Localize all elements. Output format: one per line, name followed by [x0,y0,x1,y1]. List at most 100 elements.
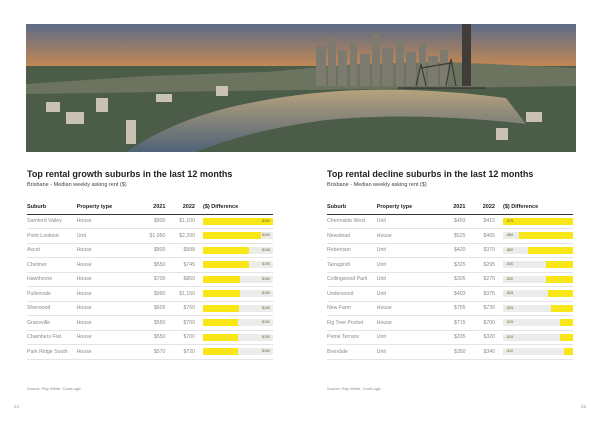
hero-city-photo [26,24,576,152]
col-header-2022: 2022 [165,201,199,215]
difference-bar-track: $198 [203,246,273,254]
col-header-2022: 2022 [465,201,499,215]
decline-header-row: Suburb Property type 2021 2022 ($) Diffe… [327,201,573,215]
difference-bar-track: -$60 [503,232,573,240]
difference-cell: $195 [199,257,273,273]
page-number-right: 25 [580,404,586,409]
rent-2021-cell: $990 [132,286,166,302]
difference-value: $198 [262,247,270,252]
difference-bar [528,246,573,254]
difference-bar [546,261,573,269]
rent-2022-cell: $1,150 [165,286,199,302]
difference-bar-track: -$78 [503,217,573,225]
difference-bar-track: $155 [203,304,273,312]
table-row: New Farm House $755 $730 -$25 [327,301,573,316]
difference-bar-track: $195 [203,261,273,269]
table-row: Chelmer House $550 $745 $195 [27,257,273,273]
difference-cell: $150 [199,344,273,360]
table-row: Samford Valley House $800 $1,100 $300 [27,214,273,229]
difference-bar-track: $150 [203,319,273,327]
difference-value: -$50 [506,247,514,252]
suburb-cell: Hawthorne [27,272,77,287]
decline-source-note: Source: Ray White, CoreLogic [327,385,381,391]
table-row: Point Lookout Unit $1,950 $2,200 $250 [27,228,273,244]
difference-cell: $160 [199,272,273,287]
difference-bar [203,290,241,298]
difference-value: $300 [262,218,270,223]
difference-value: $160 [262,291,270,296]
rent-2022-cell: $700 [465,315,499,331]
rent-2021-cell: $335 [432,330,466,345]
difference-bar-track: $160 [203,275,273,283]
rent-2021-cell: $493 [432,214,466,229]
suburb-cell: Pullenvale [27,286,77,302]
difference-value: $160 [262,276,270,281]
suburb-cell: Collingwood Park [327,272,377,287]
suburb-cell: Fig Tree Pocket [327,315,377,331]
suburb-cell: Point Lookout [27,228,77,244]
difference-bar-track: -$15 [503,333,573,341]
difference-bar [546,275,573,283]
table-row: Fig Tree Pocket House $715 $700 -$15 [327,315,573,331]
difference-bar [203,333,238,341]
rent-2021-cell: $325 [432,257,466,273]
difference-bar-track: -$30 [503,275,573,283]
growth-title: Top rental growth suburbs in the last 12… [27,169,233,179]
difference-bar-track: -$50 [503,246,573,254]
difference-bar [203,261,249,269]
suburb-cell: Chelmer [27,257,77,273]
col-header-difference: ($) Difference [499,201,573,215]
property-type-cell: House [76,257,133,273]
difference-cell: -$28 [499,286,573,302]
suburb-cell: Robertson [327,243,377,258]
difference-cell: -$15 [499,330,573,345]
growth-source-note: Source: Ray White, CoreLogic [27,385,81,391]
property-type-cell: Unit [376,243,433,258]
difference-value: -$28 [506,291,514,296]
difference-bar-track: -$30 [503,261,573,269]
difference-bar [203,275,241,283]
rent-2022-cell: $745 [165,257,199,273]
table-row: Hawthorne House $700 $860 $160 [27,272,273,287]
difference-bar [203,319,238,327]
suburb-cell: Ascot [27,243,77,258]
suburb-cell: Chambers Flat [27,330,77,345]
rent-2022-cell: $295 [465,257,499,273]
suburb-cell: Park Ridge South [27,344,77,360]
property-type-cell: Unit [376,286,433,302]
rent-2022-cell: $275 [465,272,499,287]
difference-value: -$30 [506,262,514,267]
rent-2022-cell: $415 [465,214,499,229]
difference-bar-track: $250 [203,232,273,240]
property-type-cell: House [76,272,133,287]
col-header-2021: 2021 [132,201,166,215]
table-row: Sherwood House $605 $760 $155 [27,301,273,316]
decline-table: Suburb Property type 2021 2022 ($) Diffe… [327,201,573,360]
col-header-property-type: Property type [376,201,433,215]
growth-subtitle: Brisbane - Median weekly asking rent ($) [27,182,127,188]
difference-bar [559,333,573,341]
suburb-cell: Newstead [327,228,377,244]
rent-2021-cell: $715 [432,315,466,331]
rent-2022-cell: $730 [465,301,499,316]
difference-bar [203,304,240,312]
difference-bar [503,217,573,225]
table-row: Graceville House $550 $700 $150 [27,315,273,331]
difference-cell: $150 [199,315,273,331]
col-header-property-type: Property type [76,201,133,215]
difference-cell: -$78 [499,214,573,229]
suburb-cell: Tarragindi [327,257,377,273]
rent-2021-cell: $1,950 [132,228,166,244]
difference-cell: $198 [199,243,273,258]
difference-cell: -$15 [499,315,573,331]
difference-bar-track: -$10 [503,348,573,356]
rent-2022-cell: $998 [165,243,199,258]
difference-bar [547,290,573,298]
col-header-suburb: Suburb [327,201,377,215]
property-type-cell: House [76,286,133,302]
suburb-cell: Graceville [27,315,77,331]
col-header-2021: 2021 [432,201,466,215]
difference-cell: -$50 [499,243,573,258]
rent-2021-cell: $800 [132,243,166,258]
difference-bar-track: -$28 [503,290,573,298]
